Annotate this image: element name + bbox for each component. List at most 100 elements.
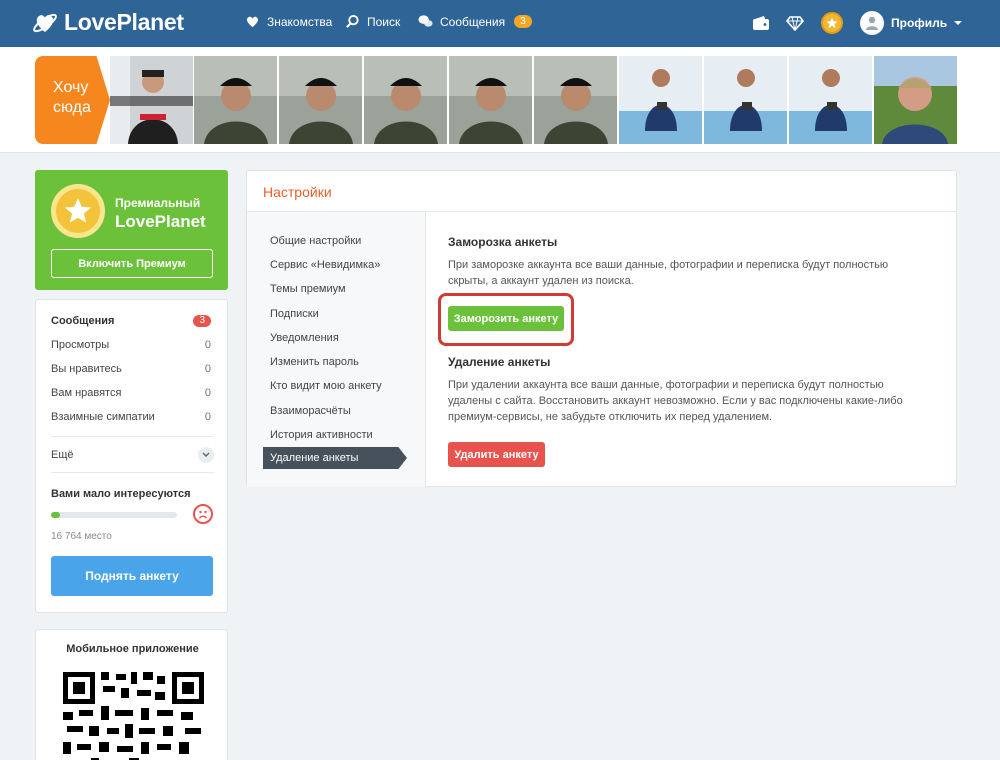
diamond-icon xyxy=(786,16,804,31)
person-photo-icon xyxy=(704,56,787,144)
strip-photo[interactable] xyxy=(364,56,447,144)
rating-progress-fill xyxy=(51,512,60,518)
avatar xyxy=(860,11,884,35)
stats-messages-row[interactable]: Сообщения 3 xyxy=(51,315,211,327)
stats-row[interactable]: Просмотры 0 xyxy=(51,339,211,351)
person-photo-icon xyxy=(364,56,447,144)
strip-photo[interactable] xyxy=(449,56,532,144)
settings-menu-item[interactable]: Кто видит мою анкету xyxy=(270,380,382,392)
nav-search-label: Поиск xyxy=(367,14,401,29)
person-photo-icon xyxy=(874,56,957,144)
divider xyxy=(51,436,214,437)
stats-row-value: 0 xyxy=(204,387,211,399)
enable-premium-button[interactable]: Включить Премиум xyxy=(51,249,213,278)
mobile-app-title: Мобильное приложение xyxy=(66,643,199,655)
stats-messages-label: Сообщения xyxy=(51,315,115,327)
premium-card: Премиальный LovePlanet Включить Премиум xyxy=(35,170,228,290)
want-here-label: Хочу сюда xyxy=(53,79,91,116)
strip-photo[interactable] xyxy=(194,56,277,144)
strip-photo[interactable] xyxy=(789,56,872,144)
settings-menu-item[interactable]: Уведомления xyxy=(270,332,339,344)
freeze-title: Заморозка анкеты xyxy=(448,235,558,249)
settings-menu-item-active[interactable]: Удаление анкеты xyxy=(263,447,407,469)
strip-photo[interactable] xyxy=(874,56,957,144)
delete-title: Удаление анкеты xyxy=(448,355,551,369)
stats-card: Сообщения 3 Просмотры 0 Вы нравитесь 0 В… xyxy=(35,299,228,613)
sad-face-icon xyxy=(193,504,213,524)
settings-menu-item[interactable]: Сервис «Невидимка» xyxy=(270,259,380,271)
settings-menu-item[interactable]: Изменить пароль xyxy=(270,356,359,368)
freeze-text: При заморозке аккаунта все ваши данные, … xyxy=(448,259,889,287)
delete-profile-button[interactable]: Удалить анкету xyxy=(448,442,545,467)
chevron-down-icon[interactable] xyxy=(198,447,214,463)
wallet-button[interactable] xyxy=(750,12,772,34)
stats-row[interactable]: Вам нравятся 0 xyxy=(51,387,211,399)
nav-messages-label: Сообщения xyxy=(440,14,506,29)
strip-photo[interactable] xyxy=(110,56,193,144)
nav-search[interactable]: Поиск xyxy=(345,14,400,29)
nav-messages[interactable]: Сообщения 3 xyxy=(418,14,532,29)
divider xyxy=(51,472,214,473)
logo[interactable]: LovePlanet xyxy=(32,9,184,36)
stats-row[interactable]: Взаимные симпатии 0 xyxy=(51,411,211,423)
person-photo-icon xyxy=(534,56,617,144)
want-here-button[interactable]: Хочу сюда xyxy=(35,56,110,144)
strip-photo[interactable] xyxy=(534,56,617,144)
app-name: LovePlanet xyxy=(64,9,184,35)
nav-dating[interactable]: Знакомства xyxy=(245,14,332,29)
stats-row-label: Взаимные симпатии xyxy=(51,411,155,423)
settings-menu-item[interactable]: Темы премиум xyxy=(270,283,346,295)
rating-place: 16 764 место xyxy=(51,531,112,542)
stats-row-label: Просмотры xyxy=(51,339,110,351)
person-photo-icon xyxy=(194,56,277,144)
stats-more-row[interactable]: Ещё xyxy=(51,447,214,463)
chat-icon xyxy=(418,15,433,27)
person-photo-icon xyxy=(789,56,872,144)
logo-planet-icon xyxy=(33,13,57,32)
star-coin-icon xyxy=(821,12,843,34)
person-photo-icon xyxy=(279,56,362,144)
strip-photo[interactable] xyxy=(704,56,787,144)
heart-icon xyxy=(246,16,259,28)
nav-dating-label: Знакомства xyxy=(267,14,333,29)
person-photo-icon xyxy=(110,56,193,144)
profile-menu[interactable]: Профиль xyxy=(860,11,963,35)
strip-photo[interactable] xyxy=(619,56,702,144)
strip-photo[interactable] xyxy=(279,56,362,144)
stats-messages-badge: 3 xyxy=(193,315,211,327)
settings-menu-item[interactable]: Взаиморасчёты xyxy=(270,405,351,417)
rating-title: Вами мало интересуются xyxy=(51,488,191,500)
stats-row-value: 0 xyxy=(204,339,211,351)
messages-badge: 3 xyxy=(514,15,532,28)
stats-row[interactable]: Вы нравитесь 0 xyxy=(51,363,211,375)
photo-strip: Хочу сюда xyxy=(0,47,1000,153)
settings-menu-item[interactable]: История активности xyxy=(270,429,373,441)
mobile-app-card: Мобильное приложение xyxy=(35,629,228,760)
rating-star-button[interactable] xyxy=(821,12,843,34)
stats-row-label: Вам нравятся xyxy=(51,387,122,399)
delete-text: При удалении аккаунта все ваши данные, ф… xyxy=(448,379,903,423)
wallet-icon xyxy=(753,16,769,30)
person-photo-icon xyxy=(619,56,702,144)
stats-more-label: Ещё xyxy=(51,449,74,461)
premium-star-icon xyxy=(51,184,105,238)
rating-progress-bar xyxy=(51,512,177,518)
settings-menu-item[interactable]: Подписки xyxy=(270,308,319,320)
premium-title-line2: LovePlanet xyxy=(115,212,206,231)
search-icon xyxy=(346,14,359,28)
raise-profile-button[interactable]: Поднять анкету xyxy=(51,556,213,596)
settings-panel: Настройки Общие настройки Сервис «Невиди… xyxy=(246,170,957,487)
stats-row-label: Вы нравитесь xyxy=(51,363,122,375)
stats-row-value: 0 xyxy=(204,411,211,423)
profile-label: Профиль xyxy=(891,16,948,30)
settings-menu: Общие настройки Сервис «Невидимка» Темы … xyxy=(247,212,426,487)
settings-title: Настройки xyxy=(263,184,332,200)
diamond-button[interactable] xyxy=(784,12,806,34)
qr-code-icon[interactable] xyxy=(61,670,206,760)
top-bar: LovePlanet Знакомства Поиск Сообщения 3 … xyxy=(0,0,1000,47)
freeze-profile-button[interactable]: Заморозить анкету xyxy=(448,306,564,331)
stats-row-value: 0 xyxy=(204,363,211,375)
premium-title-line1: Премиальный xyxy=(115,196,201,210)
settings-menu-item[interactable]: Общие настройки xyxy=(270,235,361,247)
person-photo-icon xyxy=(449,56,532,144)
